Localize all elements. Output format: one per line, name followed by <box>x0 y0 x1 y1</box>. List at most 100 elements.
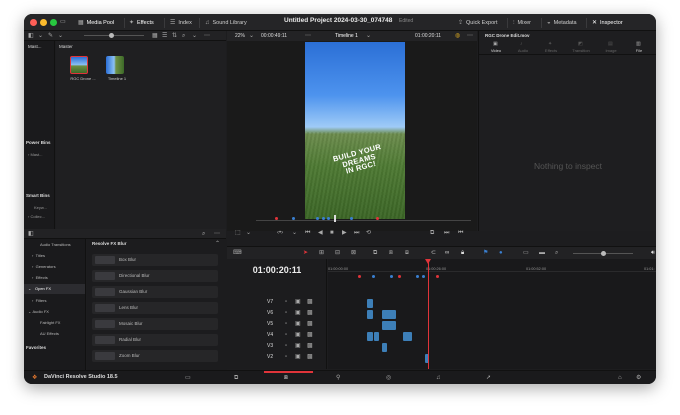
search-icon[interactable]: ⌕ <box>182 33 185 39</box>
timeline-marker-red[interactable] <box>436 275 439 278</box>
dynamic-trim-icon[interactable]: ⊟ <box>335 250 340 256</box>
video-clip[interactable] <box>403 332 412 341</box>
media-page-icon[interactable]: ▭ <box>185 375 191 381</box>
timeline-marker-blue[interactable] <box>372 275 375 278</box>
chevron-down-icon[interactable]: ⌄ <box>366 33 371 39</box>
zoom-window-button[interactable] <box>50 19 57 26</box>
track-header-v2[interactable]: V2 ▫ ▣ ▩ <box>227 352 327 363</box>
fx-item-fairlight-fx[interactable]: Fairlight FX <box>40 320 60 325</box>
cut-page-icon[interactable]: ⧉ <box>234 375 238 381</box>
visibility-icon[interactable]: ▩ <box>307 299 313 305</box>
video-clip[interactable] <box>367 310 373 319</box>
settings-icon[interactable]: ⚙ <box>636 375 641 381</box>
chevron-down-icon[interactable]: ⌄ <box>58 33 63 39</box>
match-frame-icon[interactable]: ⧉ <box>430 230 434 236</box>
fx-gaussian-blur[interactable]: Gaussian Blur <box>92 286 218 298</box>
fx-directional-blur[interactable]: Directional Blur <box>92 270 218 282</box>
timeline-marker-blue[interactable] <box>390 275 393 278</box>
fx-mosaic-blur[interactable]: Mosaic Blur <box>92 318 218 330</box>
thumbnail-size-slider[interactable] <box>84 35 144 36</box>
stop-icon[interactable]: ■ <box>330 230 334 236</box>
power-bins-item[interactable]: › Mast... <box>28 152 42 157</box>
video-clip[interactable] <box>382 343 387 352</box>
timeline-marker-blue[interactable] <box>416 275 419 278</box>
first-frame-icon[interactable]: ⏮ <box>305 230 310 236</box>
list-view-icon[interactable]: ☰ <box>162 33 167 39</box>
track-header-v6[interactable]: V6 ▫ ▣ ▩ <box>227 308 327 319</box>
fx-item-audio-fx[interactable]: ⌄ Audio FX <box>28 309 49 314</box>
marker-blue[interactable] <box>350 217 353 220</box>
lock-icon[interactable]: ▫ <box>285 354 287 360</box>
pen-icon[interactable]: ✎ <box>48 33 53 39</box>
zoom-level[interactable]: 22% <box>235 33 245 39</box>
chevron-down-icon[interactable]: ⌄ <box>249 33 254 39</box>
viewer-playhead[interactable] <box>334 215 336 222</box>
chevron-down-icon[interactable]: ⌄ <box>292 230 297 236</box>
blade-tool-icon[interactable]: ⊠ <box>351 250 356 256</box>
flag-icon[interactable]: ⚑ <box>483 250 488 256</box>
auto-select-icon[interactable]: ▣ <box>295 354 301 360</box>
master-bin-tab[interactable]: Mast... <box>28 44 42 49</box>
track-header-v3[interactable]: V3 ▫ ▣ ▩ <box>227 341 327 352</box>
index-button[interactable]: ☰ Index <box>170 17 192 28</box>
mixer-button[interactable]: ⫶ Mixer <box>513 17 531 28</box>
lock-icon[interactable]: ▫ <box>285 310 287 316</box>
video-clip[interactable] <box>374 332 379 341</box>
edit-page-tab[interactable]: ⧈ <box>264 371 313 384</box>
more-icon[interactable]: ⋯ <box>305 33 311 39</box>
deliver-page-icon[interactable]: ➚ <box>486 375 491 381</box>
smart-bin-keywords[interactable]: Keyw... <box>34 205 47 210</box>
tab-transition[interactable]: ◩ Transition <box>567 42 595 54</box>
effects-button[interactable]: ✦ Effects <box>129 17 154 28</box>
collapse-icon[interactable]: ⌃ <box>215 241 220 247</box>
fusion-page-icon[interactable]: ⚲ <box>336 375 340 381</box>
more-icon[interactable]: ⋯ <box>204 33 210 39</box>
zoom-custom-icon[interactable]: ⌕ <box>555 250 558 256</box>
chevron-down-icon[interactable]: ⌄ <box>192 33 197 39</box>
lock-icon[interactable]: ▫ <box>285 299 287 305</box>
viewer-scrubber[interactable] <box>256 220 471 221</box>
track-header-v5[interactable]: V5 ▫ ▣ ▩ <box>227 319 327 330</box>
sidebar-toggle-icon[interactable]: ◧ <box>28 33 34 39</box>
insert-clip-icon[interactable]: ⧉ <box>373 250 377 256</box>
fairlight-page-icon[interactable]: ♫ <box>436 375 441 381</box>
video-clip[interactable] <box>367 299 373 308</box>
sound-library-button[interactable]: ♫ Sound Library <box>205 17 247 28</box>
chevron-down-icon[interactable]: ⌄ <box>38 33 43 39</box>
fx-item-filters[interactable]: › Filters <box>32 298 46 303</box>
marker-blue[interactable] <box>322 217 325 220</box>
marker-blue[interactable] <box>316 217 319 220</box>
tab-effects[interactable]: ✦ Effects <box>539 42 563 54</box>
last-frame-icon[interactable]: ⏭ <box>354 230 359 236</box>
selection-tool-icon[interactable]: ➤ <box>303 250 308 256</box>
fx-item-audio-transitions[interactable]: Audio Transitions <box>40 242 71 247</box>
timeline-thumbnail[interactable]: Timeline 1 <box>100 55 130 85</box>
sync-icon[interactable]: ◍ <box>455 33 460 39</box>
visibility-icon[interactable]: ▩ <box>307 321 313 327</box>
timeline-name[interactable]: Timeline 1 <box>335 33 358 39</box>
video-clip[interactable] <box>367 332 373 341</box>
auto-select-icon[interactable]: ▣ <box>295 343 301 349</box>
fx-item-open-fx[interactable]: ⌄ Open FX <box>24 284 85 294</box>
monitor-icon[interactable]: ▭ <box>60 19 66 25</box>
replace-clip-icon[interactable]: ⧇ <box>405 250 409 256</box>
fx-item-effects[interactable]: › Effects <box>32 275 48 280</box>
lock-icon[interactable]: ▫ <box>285 343 287 349</box>
video-frame[interactable] <box>305 42 405 219</box>
video-clip[interactable] <box>382 310 396 319</box>
close-window-button[interactable] <box>30 19 37 26</box>
auto-select-icon[interactable]: ▣ <box>295 321 301 327</box>
keyboard-icon[interactable]: ⌨ <box>233 250 242 256</box>
more-icon[interactable]: ⋯ <box>467 33 473 39</box>
tab-audio[interactable]: ♪ Audio <box>512 42 534 54</box>
timeline-tracks-area[interactable]: 01:00:00:00 01:00:26:00 01:00:52:00 01:0… <box>328 259 656 380</box>
visibility-icon[interactable]: ▩ <box>307 310 313 316</box>
fx-item-generators[interactable]: › Generators <box>32 264 56 269</box>
timeline-playhead[interactable] <box>428 259 429 369</box>
view-options-icon[interactable]: ⬚ <box>235 230 241 236</box>
metadata-button[interactable]: ◒ Metadata <box>547 17 577 28</box>
marker-icon[interactable]: ● <box>499 250 503 256</box>
grid-view-icon[interactable]: ▦ <box>152 33 158 39</box>
track-header-v4[interactable]: V4 ▫ ▣ ▩ <box>227 330 327 341</box>
reverse-play-icon[interactable]: ◀ <box>318 230 323 236</box>
